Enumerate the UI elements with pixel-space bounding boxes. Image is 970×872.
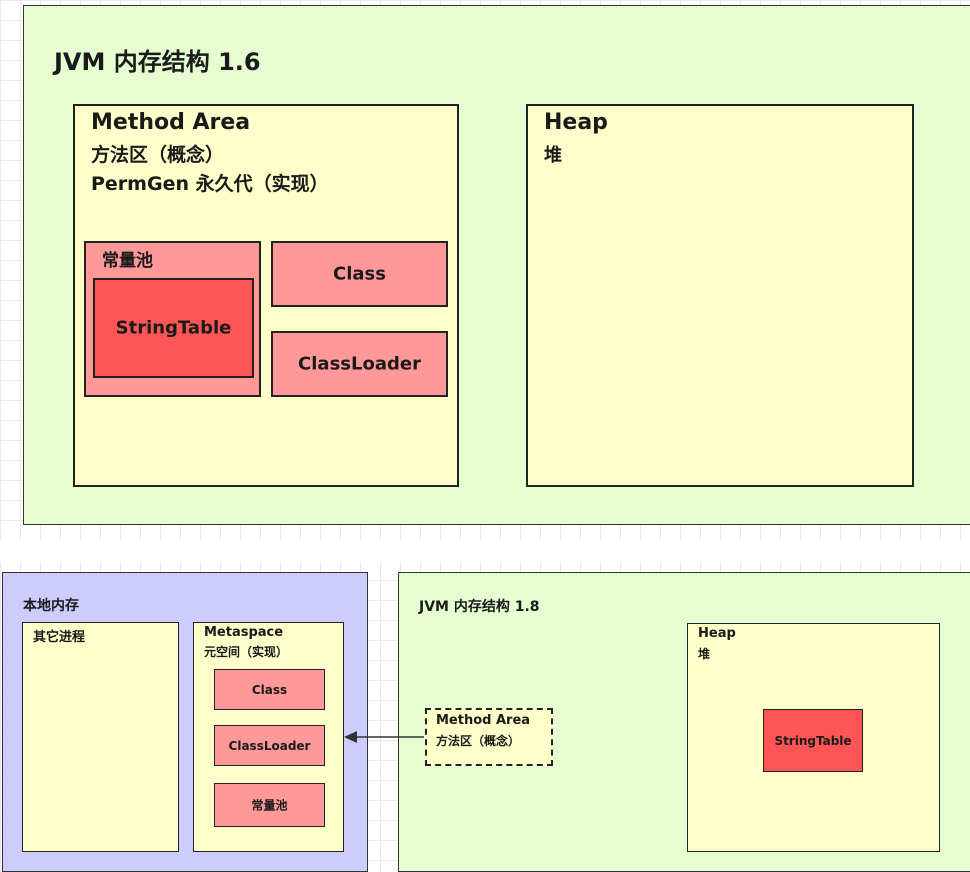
jvm18-heap-subtitle: 堆	[698, 647, 711, 661]
jvm16-string-table-label: StringTable	[115, 317, 232, 339]
metaspace-classloader-label: ClassLoader	[228, 738, 311, 753]
jvm18-method-area-title: Method Area	[436, 713, 531, 728]
metaspace-classloader-box: ClassLoader	[214, 725, 325, 766]
jvm18-method-area: Method Area 方法区（概念）	[425, 708, 553, 766]
jvm16-classloader-box: ClassLoader	[271, 331, 448, 397]
jvm16-title: JVM 内存结构 1.6	[54, 48, 261, 76]
jvm16-container: JVM 内存结构 1.6 Method Area 方法区（概念） PermGen…	[23, 5, 970, 525]
jvm16-constant-pool: 常量池 StringTable	[84, 241, 261, 397]
jvm18-string-table: StringTable	[763, 709, 863, 772]
jvm16-class-box: Class	[271, 241, 448, 307]
jvm18-method-area-subtitle: 方法区（概念）	[436, 734, 521, 748]
jvm16-class-label: Class	[333, 263, 386, 285]
other-process-label: 其它进程	[33, 630, 86, 645]
jvm16-heap-subtitle: 堆	[544, 145, 562, 166]
jvm16-heap: Heap 堆	[526, 104, 914, 487]
jvm16-classloader-label: ClassLoader	[298, 353, 421, 375]
jvm16-method-area-concept: 方法区（概念）	[91, 144, 225, 166]
jvm18-heap-title: Heap	[698, 626, 736, 641]
jvm18-container: JVM 内存结构 1.8 Method Area 方法区（概念） Heap 堆 …	[398, 572, 970, 872]
metaspace-constant-pool-label: 常量池	[251, 798, 288, 813]
jvm18-string-table-label: StringTable	[774, 733, 852, 748]
jvm16-method-area-title: Method Area	[91, 110, 251, 135]
jvm16-string-table: StringTable	[93, 278, 254, 378]
section-separator	[0, 540, 970, 562]
native-memory-container: 本地内存 其它进程 Metaspace 元空间（实现） Class ClassL…	[2, 572, 368, 872]
jvm18-title: JVM 内存结构 1.8	[419, 599, 540, 615]
other-process-box: 其它进程	[22, 622, 179, 852]
jvm16-heap-title: Heap	[544, 110, 608, 135]
metaspace-class-box: Class	[214, 669, 325, 710]
jvm16-method-area: Method Area 方法区（概念） PermGen 永久代（实现） 常量池 …	[73, 104, 459, 487]
jvm16-method-area-permgen: PermGen 永久代（实现）	[91, 173, 329, 195]
metaspace-class-label: Class	[251, 682, 288, 697]
metaspace-subtitle: 元空间（实现）	[204, 645, 289, 659]
metaspace-constant-pool-box: 常量池	[214, 783, 325, 827]
jvm18-heap: Heap 堆 StringTable	[687, 623, 940, 852]
native-memory-title: 本地内存	[23, 598, 79, 614]
metaspace-box: Metaspace 元空间（实现） Class ClassLoader 常量池	[193, 622, 344, 852]
metaspace-title: Metaspace	[204, 625, 284, 640]
jvm16-constant-pool-label: 常量池	[102, 251, 153, 271]
